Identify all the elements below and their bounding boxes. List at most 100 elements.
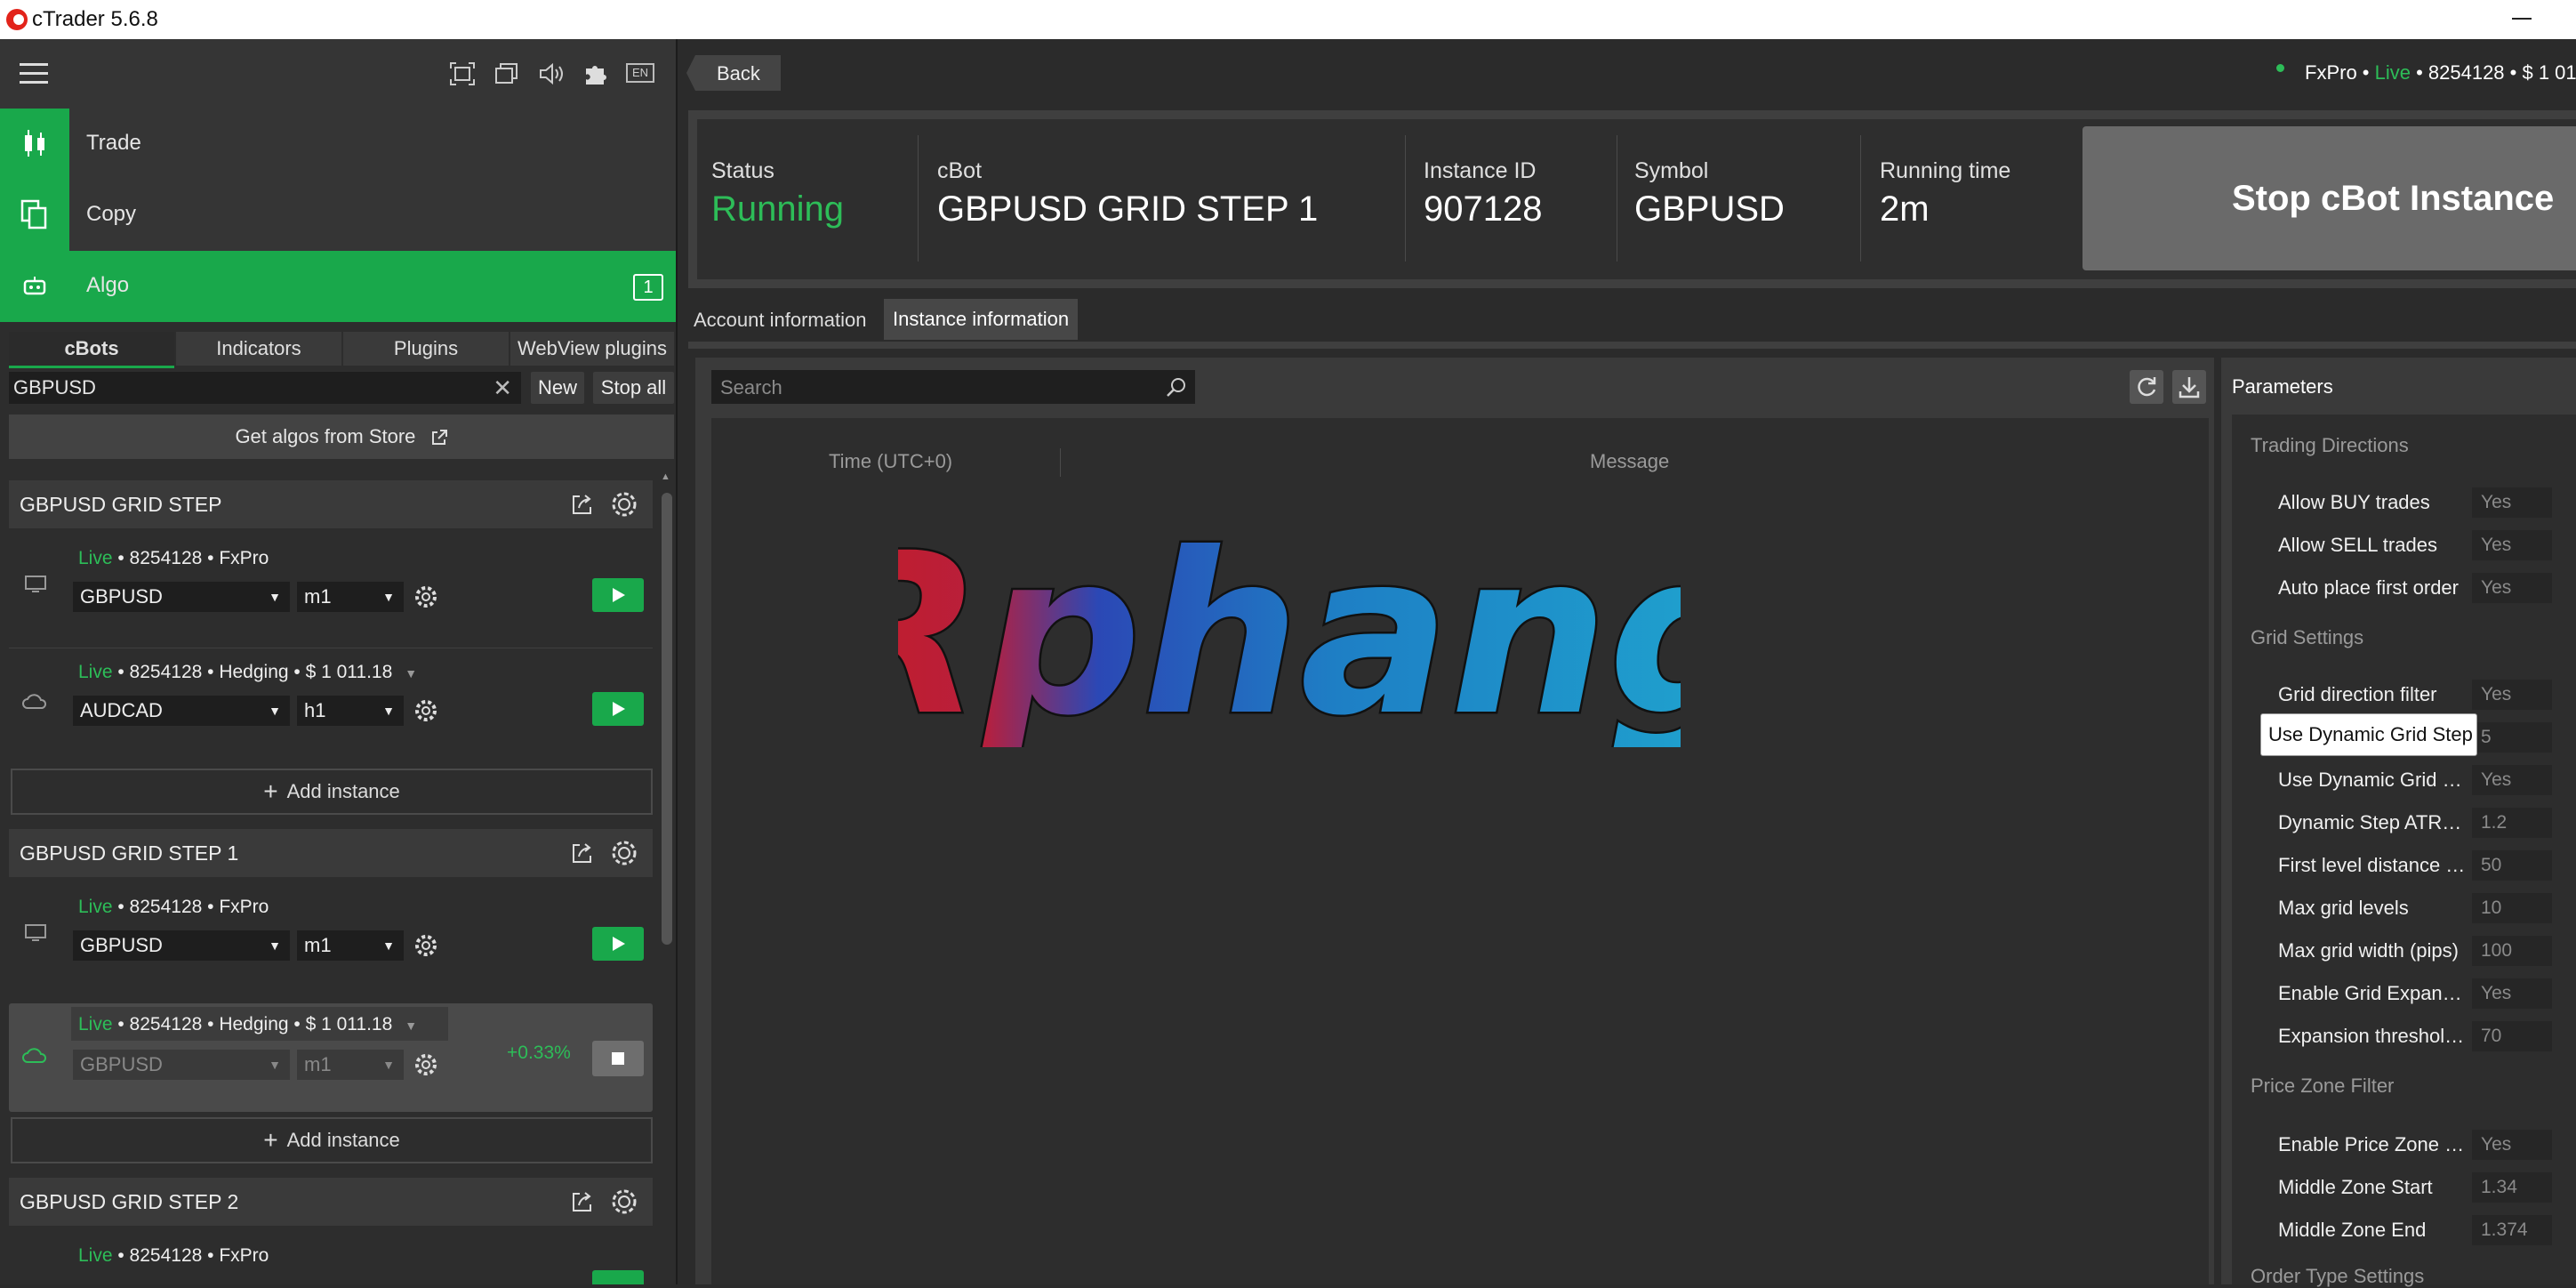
param-label: Allow BUY trades: [2278, 491, 2430, 513]
fullscreen-icon[interactable]: [450, 62, 475, 85]
refresh-icon[interactable]: [2130, 370, 2163, 404]
subtab-cbots[interactable]: cBots: [9, 332, 174, 368]
param-value[interactable]: 100: [2472, 936, 2552, 966]
share-icon[interactable]: [571, 1190, 594, 1213]
add-instance-button[interactable]: + Add instance: [11, 769, 653, 815]
param-label: Enable Price Zone …: [2278, 1133, 2465, 1155]
cbot-field: cBot GBPUSD GRID STEP 1: [937, 158, 1318, 229]
cbot-instance-running[interactable]: Live • 8254128 • Hedging • $ 1 011.18 ▼ G…: [9, 1003, 653, 1112]
back-button[interactable]: Back: [686, 55, 781, 91]
divider: [1405, 135, 1406, 262]
param-value[interactable]: 5: [2472, 722, 2552, 753]
param-value[interactable]: 50: [2472, 850, 2552, 881]
play-button[interactable]: [592, 1270, 644, 1284]
stop-button[interactable]: [592, 1041, 644, 1076]
param-value[interactable]: Yes: [2472, 1130, 2552, 1160]
log-col-time[interactable]: Time (UTC+0): [829, 450, 952, 473]
panel-splitter[interactable]: [676, 39, 678, 1284]
param-value[interactable]: 70: [2472, 1021, 2552, 1051]
log-search-input[interactable]: Search: [711, 370, 1195, 404]
language-badge[interactable]: EN: [626, 63, 654, 83]
symbol-dropdown[interactable]: GBPUSD ▼: [73, 930, 290, 961]
cbot-group-header[interactable]: GBPUSD GRID STEP: [9, 480, 653, 528]
param-section-order-type-settings[interactable]: Order Type Settings: [2251, 1265, 2424, 1288]
param-value[interactable]: Yes: [2472, 680, 2552, 710]
symbol-value: GBPUSD: [80, 934, 163, 956]
symbol-dropdown[interactable]: AUDCAD ▼: [73, 696, 290, 726]
gear-icon[interactable]: [413, 1051, 439, 1078]
gear-icon[interactable]: [413, 584, 439, 610]
play-button[interactable]: [592, 692, 644, 726]
cbot-search-input[interactable]: GBPUSD ✕: [9, 372, 521, 404]
hamburger-menu-icon[interactable]: [20, 62, 48, 85]
puzzle-icon[interactable]: [583, 61, 610, 86]
param-label: Use Dynamic Grid …: [2278, 769, 2462, 791]
left-panel: EN Trade Copy Algo 1 cBots Indicators Pl…: [0, 39, 676, 1284]
symbol-dropdown[interactable]: GBPUSD ▼: [73, 582, 290, 612]
param-value[interactable]: Yes: [2472, 573, 2552, 603]
timeframe-dropdown[interactable]: m1 ▼: [297, 582, 404, 612]
cbot-settings-icon[interactable]: [610, 839, 638, 867]
minimize-icon[interactable]: [2512, 18, 2532, 20]
param-value[interactable]: 1.374: [2472, 1215, 2552, 1245]
cbot-label: cBot: [937, 158, 983, 183]
windows-icon[interactable]: [494, 62, 519, 85]
play-button[interactable]: [592, 927, 644, 961]
subtab-indicators[interactable]: Indicators: [176, 332, 341, 366]
chevron-down-icon[interactable]: ▼: [405, 666, 417, 680]
new-cbot-button[interactable]: New: [531, 372, 584, 404]
cbot-instance[interactable]: Live • 8254128 • FxPro: [9, 1235, 653, 1284]
get-algos-store-button[interactable]: Get algos from Store: [9, 415, 674, 459]
param-row: Allow BUY trades Yes: [2259, 482, 2576, 523]
nav-algo[interactable]: Algo 1: [0, 251, 676, 322]
timeframe-dropdown[interactable]: h1 ▼: [297, 696, 404, 726]
account-summary[interactable]: FxPro • Live • 8254128 • $ 1 01: [2305, 61, 2576, 85]
nav-copy[interactable]: Copy: [0, 180, 676, 251]
scrollbar-thumb[interactable]: [662, 493, 672, 945]
param-row: Dynamic Step ATR… 1.2: [2259, 802, 2576, 843]
cbot-instance[interactable]: Live • 8254128 • FxPro GBPUSD ▼ m1 ▼: [9, 537, 653, 644]
param-section-trading-directions[interactable]: Trading Directions: [2251, 434, 2409, 457]
stop-cbot-instance-button[interactable]: Stop cBot Instance: [2082, 126, 2576, 270]
cbot-group-header[interactable]: GBPUSD GRID STEP 2: [9, 1178, 653, 1226]
chevron-down-icon[interactable]: ▼: [405, 1018, 417, 1033]
cbot-group-header[interactable]: GBPUSD GRID STEP 1: [9, 829, 653, 877]
scroll-up-icon[interactable]: ▲: [661, 471, 670, 482]
gear-icon[interactable]: [413, 932, 439, 959]
tab-instance-information[interactable]: Instance information: [884, 299, 1079, 340]
algo-subtabs: cBots Indicators Plugins WebView plugins: [9, 332, 674, 368]
stop-all-button[interactable]: Stop all: [593, 372, 674, 404]
tab-account-information[interactable]: Account information: [685, 301, 875, 340]
share-icon[interactable]: [571, 493, 594, 516]
param-value[interactable]: Yes: [2472, 765, 2552, 795]
clear-search-icon[interactable]: ✕: [493, 372, 512, 404]
play-button[interactable]: [592, 578, 644, 612]
param-section-price-zone-filter[interactable]: Price Zone Filter: [2251, 1075, 2394, 1098]
share-icon[interactable]: [571, 841, 594, 865]
param-value[interactable]: 1.34: [2472, 1172, 2552, 1203]
param-value[interactable]: 1.2: [2472, 808, 2552, 838]
param-value[interactable]: 10: [2472, 893, 2552, 923]
cbot-settings-icon[interactable]: [610, 490, 638, 519]
param-value[interactable]: Yes: [2472, 530, 2552, 560]
symbol-value: GBPUSD: [80, 585, 163, 608]
add-instance-button[interactable]: + Add instance: [11, 1117, 653, 1163]
timeframe-dropdown[interactable]: m1 ▼: [297, 930, 404, 961]
subtab-plugins[interactable]: Plugins: [343, 332, 509, 366]
cbot-settings-icon[interactable]: [610, 1187, 638, 1216]
list-scrollbar[interactable]: ▲: [661, 471, 673, 1284]
cbot-instance[interactable]: Live • 8254128 • FxPro GBPUSD ▼ m1 ▼: [9, 886, 653, 993]
sound-icon[interactable]: [539, 62, 564, 85]
param-value[interactable]: Yes: [2472, 978, 2552, 1009]
divider: [1860, 135, 1861, 262]
subtab-webview-plugins[interactable]: WebView plugins: [510, 332, 674, 366]
search-icon[interactable]: [1165, 376, 1188, 399]
param-section-grid-settings[interactable]: Grid Settings: [2251, 626, 2363, 649]
param-value[interactable]: Yes: [2472, 487, 2552, 518]
nav-trade[interactable]: Trade: [0, 109, 676, 180]
copy-icon: [0, 180, 69, 251]
cbot-instance[interactable]: Live • 8254128 • Hedging • $ 1 011.18 ▼ A…: [9, 651, 653, 758]
gear-icon[interactable]: [413, 697, 439, 724]
log-col-message[interactable]: Message: [1590, 450, 1669, 473]
download-icon[interactable]: [2172, 370, 2206, 404]
